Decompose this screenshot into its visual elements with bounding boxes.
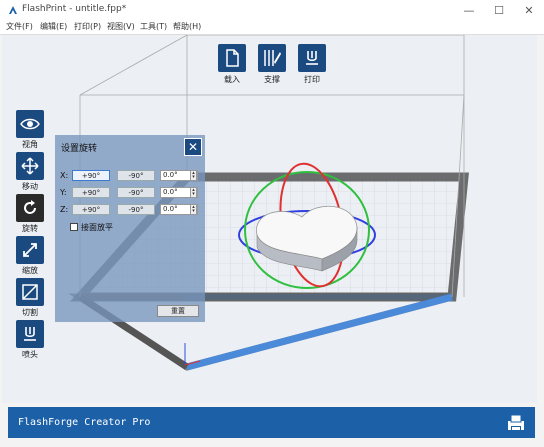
close-button[interactable]: ✕ [514,0,544,20]
plate-blue-edge [186,293,453,371]
menu-help[interactable]: 帮助(H) [173,21,201,32]
rotate-label: 旋转 [22,224,38,233]
reset-button[interactable]: 重置 [157,305,199,317]
cut-icon [22,284,38,300]
x-rotation-spinner[interactable]: ▴ ▾ [190,170,197,181]
app-window: FlashPrint - untitle.fpp* — ☐ ✕ 文件(F) 编辑… [0,0,544,447]
menu-file[interactable]: 文件(F) [6,21,33,32]
minimize-button[interactable]: — [454,0,484,20]
printer-name: FlashForge Creator Pro [18,417,151,428]
axis-x-label: X: [60,171,69,180]
load-button[interactable] [218,44,246,72]
rotate-panel-title: 设置旋转 [61,144,98,154]
nozzle-icon [24,327,36,341]
rotate-button[interactable] [16,194,44,222]
file-icon [226,49,239,67]
print-icon [306,51,318,65]
menu-edit[interactable]: 编辑(E) [40,21,67,32]
load-label: 载入 [224,75,240,84]
x-minus90-button[interactable]: -90° [117,170,155,181]
nozzle-label: 喷头 [22,350,38,359]
maximize-button[interactable]: ☐ [484,0,514,20]
y-rotation-spinner[interactable]: ▴ ▾ [190,187,197,198]
menu-view[interactable]: 视图(V) [107,21,135,32]
scale-button[interactable] [16,236,44,264]
axis-y-label: Y: [60,188,67,197]
nozzle-button[interactable] [16,320,44,348]
title-bar: FlashPrint - untitle.fpp* — ☐ ✕ [0,0,544,20]
view-label: 视角 [22,140,38,149]
menu-bar: 文件(F) 编辑(E) 打印(P) 视图(V) 工具(T) 帮助(H) [0,20,544,35]
eye-icon [20,118,40,130]
z-plus90-button[interactable]: +90° [72,204,110,215]
menu-tools[interactable]: 工具(T) [140,21,167,32]
app-logo-icon [9,6,17,14]
cut-label: 切割 [22,308,38,317]
print-button[interactable] [298,44,326,72]
y-plus90-button[interactable]: +90° [72,187,110,198]
rotate-icon [24,200,36,214]
printer-icon[interactable] [506,413,526,433]
scale-icon [23,243,37,257]
axis-z-label: Z: [60,205,69,214]
move-button[interactable] [16,152,44,180]
menu-print[interactable]: 打印(P) [74,21,101,32]
z-rotation-spinner[interactable]: ▴ ▾ [190,204,197,215]
support-label: 支撑 [264,75,280,84]
support-button[interactable] [258,44,286,72]
maximize-icon: ☐ [494,3,504,17]
z-minus90-button[interactable]: -90° [117,204,155,215]
x-plus90-button[interactable]: +90° [72,170,110,181]
cut-button[interactable] [16,278,44,306]
lay-flat-label: 接面放平 [81,223,113,232]
lay-flat-checkbox[interactable] [70,223,78,231]
support-icon [264,50,281,66]
view-button[interactable] [16,110,44,138]
print-label: 打印 [304,75,320,84]
rotate-panel-close-button[interactable]: ✕ [184,138,202,156]
status-bar: FlashForge Creator Pro [8,407,535,438]
close-icon: ✕ [524,3,534,17]
move-icon [21,157,39,175]
close-icon: ✕ [187,140,199,154]
window-title: FlashPrint - untitle.fpp* [22,4,127,14]
y-minus90-button[interactable]: -90° [117,187,155,198]
minimize-icon: — [463,3,475,17]
move-label: 移动 [22,182,38,191]
scale-label: 缩放 [22,266,38,275]
